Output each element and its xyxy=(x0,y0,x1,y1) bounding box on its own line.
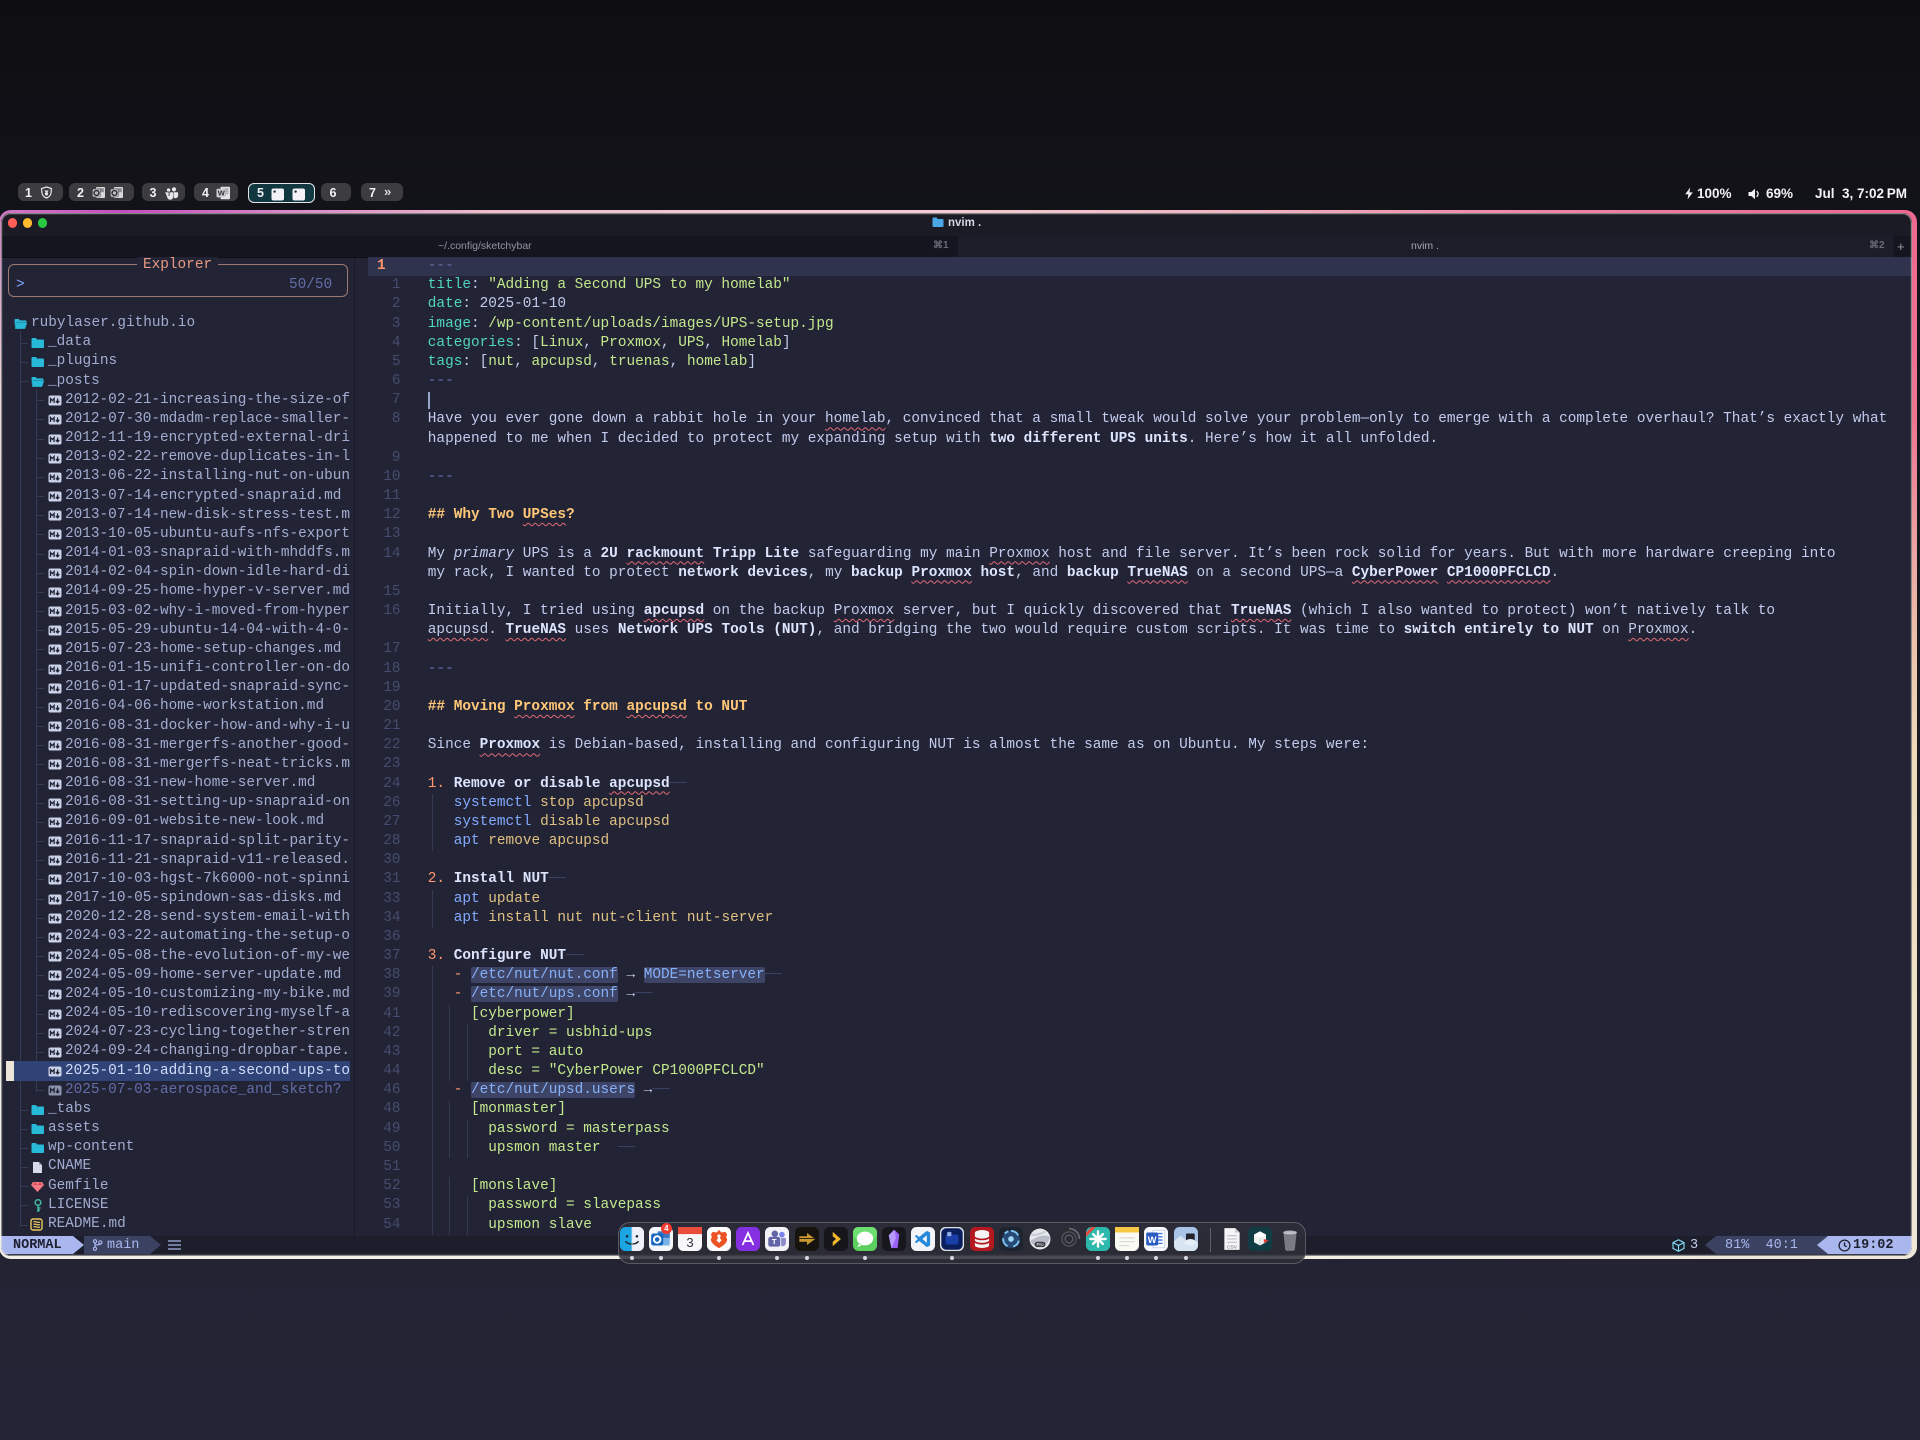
svg-text:Pro: Pro xyxy=(1036,1242,1044,1247)
svg-text:3: 3 xyxy=(686,1235,693,1250)
svg-text:W: W xyxy=(218,188,226,197)
svg-text:CSV: CSV xyxy=(1226,1244,1237,1250)
svg-text:T: T xyxy=(772,1237,777,1246)
svg-text:W: W xyxy=(1148,1235,1157,1245)
svg-text:T: T xyxy=(167,191,171,198)
